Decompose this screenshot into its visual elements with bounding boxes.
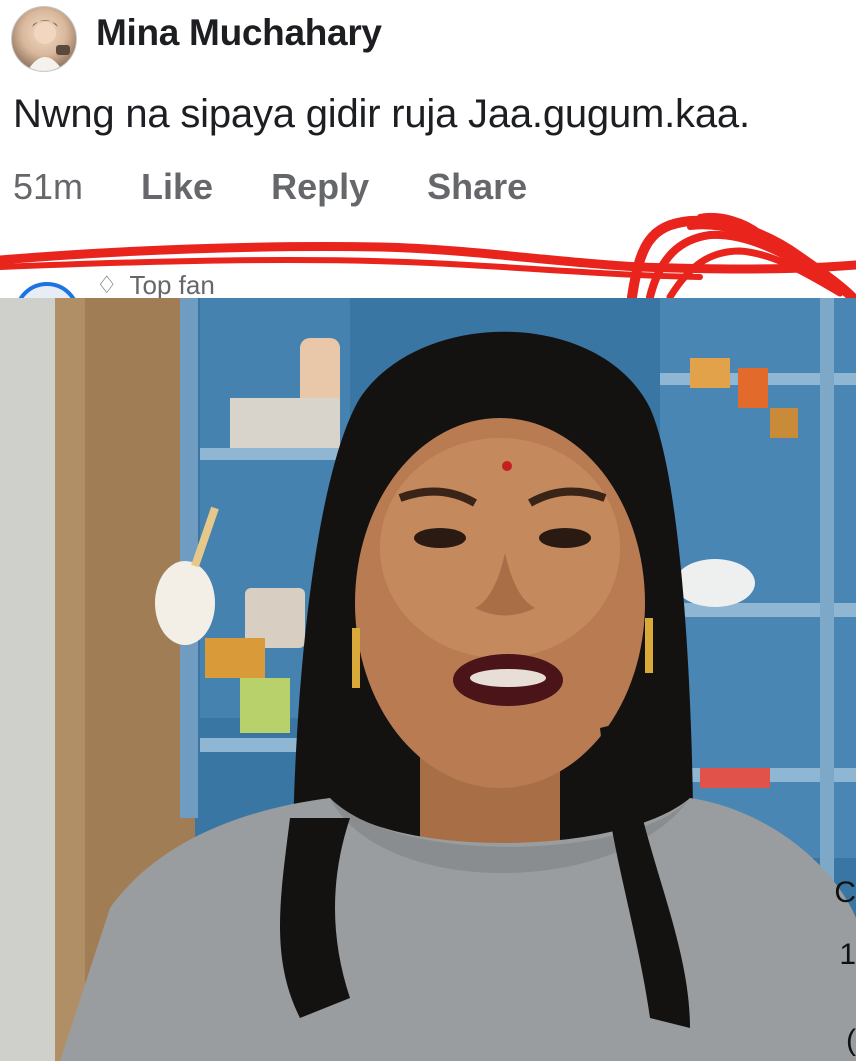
- screenshot-composite: Mina Muchahary Nwng na sipaya gidir ruja…: [0, 0, 856, 1061]
- edge-glyph-2: 1: [839, 938, 856, 971]
- comment-text: Nwng na sipaya gidir ruja Jaa.gugum.kaa.: [13, 92, 750, 136]
- author-avatar[interactable]: [11, 6, 77, 72]
- video-still: [0, 298, 856, 1061]
- share-button[interactable]: Share: [427, 166, 527, 208]
- video-frame[interactable]: C 1 (: [0, 298, 856, 1061]
- comment-author[interactable]: Mina Muchahary: [96, 12, 382, 54]
- avatar-photo: [27, 20, 70, 71]
- comment-timestamp[interactable]: 51m: [13, 166, 83, 208]
- comment-actions: 51m Like Reply Share: [13, 164, 585, 210]
- edge-glyph-1: C: [834, 876, 856, 909]
- facebook-comment: Mina Muchahary Nwng na sipaya gidir ruja…: [0, 0, 856, 298]
- edge-glyph-3: (: [846, 1024, 856, 1057]
- red-underline-annotation: [0, 213, 856, 298]
- reply-button[interactable]: Reply: [271, 166, 369, 208]
- like-button[interactable]: Like: [141, 166, 213, 208]
